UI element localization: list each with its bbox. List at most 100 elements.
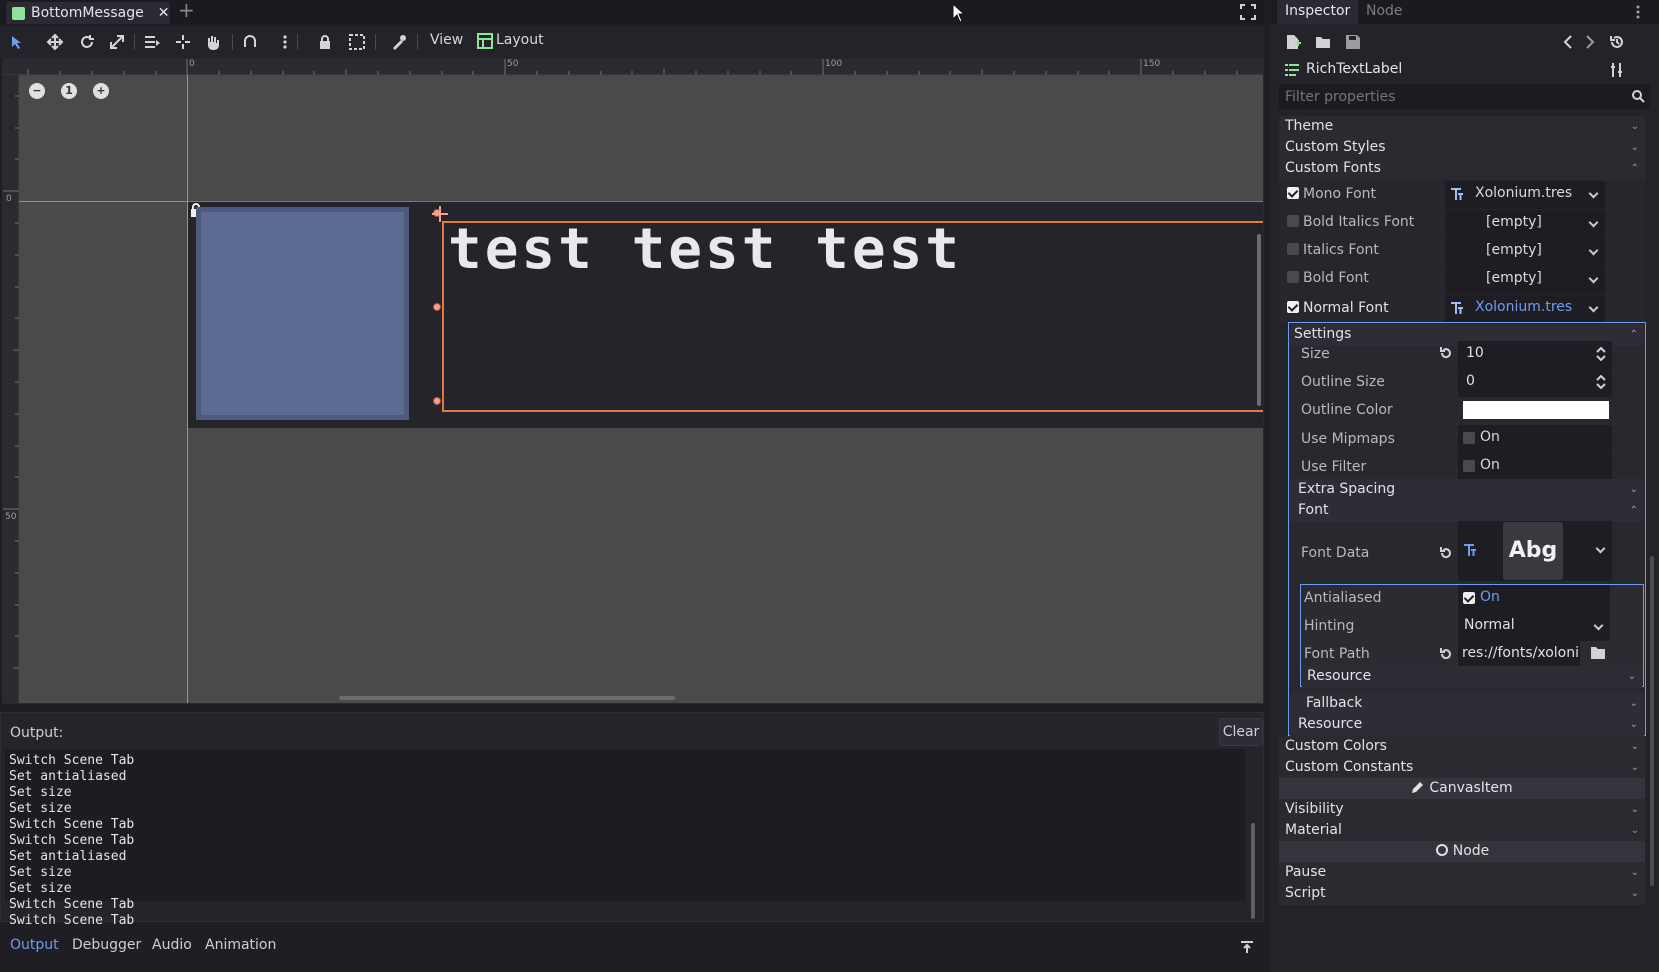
section-custom-colors[interactable]: Custom Colors ⌄: [1279, 736, 1645, 758]
zoom-out-icon[interactable]: −: [29, 83, 45, 99]
zoom-reset-icon[interactable]: 1: [61, 83, 77, 99]
history-forward-icon[interactable]: [1582, 34, 1598, 50]
clear-button[interactable]: Clear: [1219, 718, 1263, 746]
list-select-icon[interactable]: [143, 33, 161, 51]
bold-font-picker[interactable]: [empty]: [1445, 266, 1605, 294]
filter-properties-input[interactable]: [1279, 84, 1619, 110]
font-path-field[interactable]: res://fonts/xoloniu: [1458, 641, 1580, 669]
scale-tool-icon[interactable]: [108, 33, 126, 51]
viewport-vertical-scrollbar[interactable]: [1257, 234, 1261, 406]
section-pause[interactable]: Pause ⌄: [1279, 862, 1645, 884]
use-filter-toggle[interactable]: On: [1458, 453, 1612, 481]
close-icon[interactable]: ✕: [158, 5, 170, 21]
folder-browse-icon[interactable]: [1590, 646, 1606, 660]
checkbox-unchecked-icon[interactable]: [1287, 243, 1299, 255]
open-folder-icon[interactable]: [1315, 34, 1331, 50]
viewport-horizontal-scrollbar[interactable]: [339, 696, 675, 700]
section-font[interactable]: Font ⌃: [1290, 500, 1644, 522]
checkbox-checked-icon[interactable]: [1463, 591, 1479, 607]
view-menu[interactable]: View: [430, 32, 463, 48]
pivot-icon[interactable]: [431, 205, 449, 223]
canvas-viewport[interactable]: 0 50 100 150 0 50 − 1 + test test test: [2, 58, 1264, 704]
checkbox-unchecked-icon[interactable]: [1463, 431, 1479, 447]
output-scrollbar[interactable]: [1251, 823, 1255, 919]
tab-node[interactable]: Node: [1358, 0, 1411, 24]
save-icon[interactable]: [1345, 34, 1361, 50]
inspector-scrollbar[interactable]: [1650, 556, 1654, 886]
checkbox-unchecked-icon[interactable]: [1287, 215, 1299, 227]
section-extra-spacing[interactable]: Extra Spacing ⌄: [1290, 479, 1644, 501]
bold-italics-font-picker[interactable]: [empty]: [1445, 210, 1605, 238]
section-theme[interactable]: Theme ⌄: [1279, 116, 1645, 138]
font-data-picker[interactable]: Abg: [1458, 521, 1612, 581]
output-log[interactable]: Switch Scene Tab Set antialiased Set siz…: [5, 749, 1245, 928]
object-history-icon[interactable]: [1609, 34, 1625, 50]
tab-debugger[interactable]: Debugger: [72, 937, 141, 953]
spinner-arrows-icon[interactable]: [1596, 346, 1606, 362]
section-custom-constants[interactable]: Custom Constants ⌄: [1279, 757, 1645, 779]
italics-font-label[interactable]: Italics Font: [1287, 242, 1379, 258]
move-tool-icon[interactable]: [46, 33, 64, 51]
mono-font-label[interactable]: Mono Font: [1287, 186, 1376, 202]
checkbox-unchecked-icon[interactable]: [1287, 271, 1299, 283]
snap-icon[interactable]: [241, 33, 259, 51]
bone-icon[interactable]: [390, 33, 408, 51]
checkbox-checked-icon[interactable]: [1287, 187, 1299, 199]
more-options-icon[interactable]: [282, 33, 288, 51]
texture-rect[interactable]: [196, 207, 409, 420]
section-script[interactable]: Script ⌄: [1279, 883, 1645, 905]
filter-properties-field[interactable]: [1279, 84, 1650, 110]
section-resource[interactable]: Resource ⌄: [1290, 714, 1644, 736]
mono-font-picker[interactable]: Xolonium.tres: [1445, 181, 1605, 209]
section-fallback[interactable]: Fallback ⌄: [1290, 693, 1644, 715]
bold-font-label[interactable]: Bold Font: [1287, 270, 1369, 286]
section-resource-inner[interactable]: Resource ⌄: [1302, 666, 1642, 688]
revert-icon[interactable]: [1439, 346, 1453, 360]
zoom-in-icon[interactable]: +: [93, 83, 109, 99]
revert-icon[interactable]: [1439, 546, 1453, 560]
bold-italics-font-label[interactable]: Bold Italics Font: [1287, 214, 1414, 230]
size-spinbox[interactable]: 10: [1458, 341, 1612, 369]
antialiased-toggle[interactable]: On: [1458, 585, 1610, 613]
tab-animation[interactable]: Animation: [205, 937, 276, 953]
hinting-dropdown[interactable]: Normal: [1458, 613, 1610, 641]
pan-tool-icon[interactable]: [204, 33, 222, 51]
section-visibility[interactable]: Visibility ⌄: [1279, 799, 1645, 821]
italics-font-picker[interactable]: [empty]: [1445, 238, 1605, 266]
tab-output[interactable]: Output: [10, 937, 59, 953]
chevron-down-icon: ⌄: [1630, 804, 1639, 815]
expand-panel-icon[interactable]: [1240, 940, 1254, 954]
add-tab-icon[interactable]: +: [178, 0, 195, 22]
dock-menu-icon[interactable]: [1635, 3, 1641, 21]
group-icon[interactable]: [348, 33, 366, 51]
outline-size-spinbox[interactable]: 0: [1458, 369, 1612, 397]
section-custom-fonts[interactable]: Custom Fonts ⌃: [1279, 158, 1645, 180]
outline-color-swatch[interactable]: [1463, 401, 1609, 419]
tab-inspector[interactable]: Inspector: [1277, 0, 1359, 24]
object-properties-icon[interactable]: [1609, 62, 1625, 78]
revert-icon[interactable]: [1439, 647, 1453, 661]
chevron-down-icon: [1588, 245, 1599, 256]
lock-icon[interactable]: [316, 33, 334, 51]
normal-font-label[interactable]: Normal Font: [1287, 300, 1389, 316]
distraction-free-icon[interactable]: [1240, 4, 1256, 20]
use-mipmaps-toggle[interactable]: On: [1458, 425, 1612, 453]
layout-menu[interactable]: Layout: [496, 32, 544, 48]
new-resource-icon[interactable]: [1285, 34, 1301, 50]
checkbox-unchecked-icon[interactable]: [1463, 459, 1479, 475]
section-label: Visibility: [1285, 801, 1344, 817]
checkbox-checked-icon[interactable]: [1287, 301, 1299, 313]
spinner-arrows-icon[interactable]: [1596, 374, 1606, 390]
resize-handle[interactable]: [433, 397, 441, 405]
scene-tab[interactable]: BottomMessage ✕: [6, 2, 170, 24]
section-material[interactable]: Material ⌄: [1279, 820, 1645, 842]
resize-handle[interactable]: [433, 303, 441, 311]
select-tool-icon[interactable]: [8, 33, 26, 51]
rotate-tool-icon[interactable]: [78, 33, 96, 51]
pivot-tool-icon[interactable]: [174, 33, 192, 51]
tab-audio[interactable]: Audio: [152, 937, 192, 953]
history-back-icon[interactable]: [1560, 34, 1576, 50]
normal-font-picker[interactable]: Xolonium.tres: [1445, 295, 1605, 323]
font-path-label: Font Path: [1304, 646, 1370, 662]
section-custom-styles[interactable]: Custom Styles ⌄: [1279, 137, 1645, 159]
